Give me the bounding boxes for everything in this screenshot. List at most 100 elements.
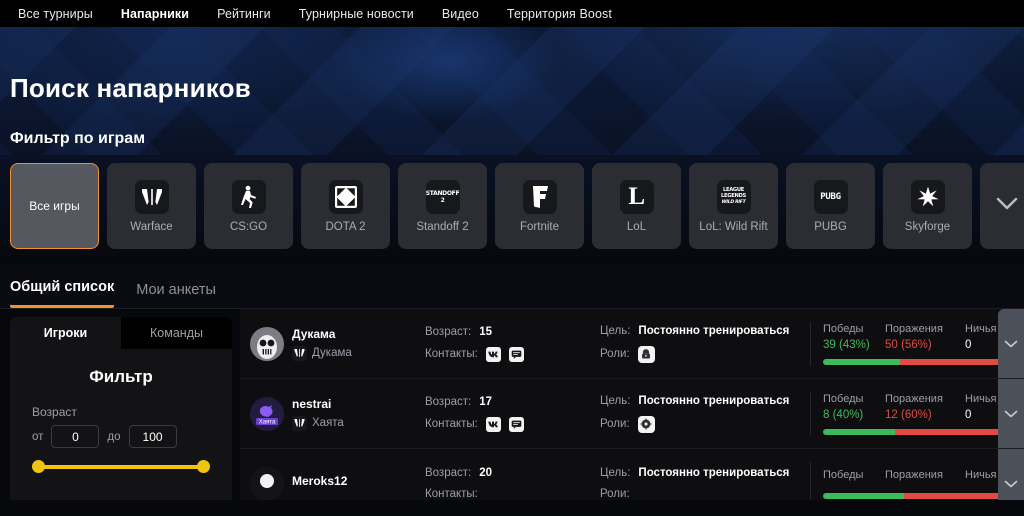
content-area: Игроки Команды Фильтр Возраст от 0 до 10… xyxy=(0,309,1024,500)
age-range-inputs: от 0 до 100 xyxy=(10,425,232,448)
player-goal-roles: Цель: Постоянно тренироваться Роли: xyxy=(600,325,810,363)
age-from-input[interactable]: 0 xyxy=(51,425,100,448)
player-identity: Meroks12 xyxy=(250,466,425,500)
games-filter-strip: Все игры Warface CS:GO DOTA 2 STANDOFF 2… xyxy=(0,155,1024,265)
game-card-label: LoL: Wild Rift xyxy=(699,220,768,233)
contacts-label: Контакты: xyxy=(425,348,478,360)
game-card-pubg[interactable]: PUBG PUBG xyxy=(786,163,875,249)
avatar xyxy=(250,326,284,361)
roles-label: Роли: xyxy=(600,348,630,360)
age-to-label: до xyxy=(107,430,121,443)
wins-label: Победы xyxy=(823,392,864,405)
avatar: Хаята xyxy=(250,396,284,431)
player-age-contacts: Возраст: 15 Контакты: xyxy=(425,326,600,362)
game-card-label: Skyforge xyxy=(904,220,951,233)
losses-label: Поражения xyxy=(885,322,943,335)
slider-track xyxy=(37,465,205,469)
page-title: Поиск напарников xyxy=(10,73,251,103)
sidebar-tab-players[interactable]: Игроки xyxy=(10,317,121,349)
game-card-skyforge[interactable]: Skyforge xyxy=(883,163,972,249)
game-card-lol-wild-rift[interactable]: LEAGUE LEGENDS WILD RIFT LoL: Wild Rift xyxy=(689,163,778,249)
game-card-label: Standoff 2 xyxy=(416,220,469,233)
age-range-slider[interactable] xyxy=(32,460,210,474)
filter-heading: Фильтр xyxy=(89,367,153,386)
games-filter-heading: Фильтр по играм xyxy=(10,130,146,147)
svg-text:Хаята: Хаята xyxy=(259,419,276,425)
row-expand-button[interactable] xyxy=(998,449,1024,500)
game-card-label: CS:GO xyxy=(229,220,268,233)
game-card-fortnite[interactable]: Fortnite xyxy=(495,163,584,249)
role-icon[interactable] xyxy=(637,415,655,433)
nav-item-video[interactable]: Видео xyxy=(442,7,479,21)
game-card-label: Все игры xyxy=(29,199,80,213)
losses-value: 12 (60%) xyxy=(885,408,932,421)
goal-label: Цель: xyxy=(600,324,631,337)
game-card-label: Warface xyxy=(130,220,173,233)
player-identity: Хаята nestrai Хаята xyxy=(250,396,425,431)
wins-value: 39 (43%) xyxy=(823,338,870,351)
winrate-bar xyxy=(823,358,1003,365)
wins-value: 8 (40%) xyxy=(823,408,864,421)
goal-value: Постоянно тренироваться xyxy=(638,394,790,407)
player-identity: Дукама Дукама xyxy=(250,326,425,361)
tab-general-list[interactable]: Общий список xyxy=(10,279,115,308)
vk-icon[interactable] xyxy=(485,416,501,432)
table-row[interactable]: Meroks12 Возраст: 20 Контакты: Цель: Пос… xyxy=(240,449,1024,500)
sidebar-tab-teams[interactable]: Команды xyxy=(121,317,232,349)
player-nickname[interactable]: Дукама xyxy=(292,327,352,341)
skyforge-icon xyxy=(910,179,945,214)
nav-item-ratings[interactable]: Рейтинги xyxy=(217,7,271,21)
game-card-standoff2[interactable]: STANDOFF 2 Standoff 2 xyxy=(398,163,487,249)
player-nickname[interactable]: Meroks12 xyxy=(292,474,347,488)
chevron-down-icon xyxy=(1004,475,1018,493)
game-card-dota2[interactable]: DOTA 2 xyxy=(301,163,390,249)
game-card-all-games[interactable]: Все игры xyxy=(10,163,99,249)
player-stats: Победы Поражения Ничья 39 (43%) 50 (56%)… xyxy=(823,323,1013,365)
warface-icon xyxy=(292,415,307,431)
losses-label: Поражения xyxy=(885,392,943,405)
age-value: 15 xyxy=(479,325,493,338)
role-icon[interactable] xyxy=(637,345,655,363)
player-age-contacts: Возраст: 20 Контакты: xyxy=(425,467,600,500)
game-card-csgo[interactable]: CS:GO xyxy=(204,163,293,249)
lol-icon: L xyxy=(619,179,654,214)
pubg-icon: PUBG xyxy=(813,179,848,214)
standoff2-icon: STANDOFF 2 xyxy=(425,179,460,214)
dota2-icon xyxy=(328,179,363,214)
slider-handle-max[interactable] xyxy=(197,460,210,473)
row-expand-button[interactable] xyxy=(998,379,1024,448)
player-nickname[interactable]: nestrai xyxy=(292,397,344,411)
filter-sidebar: Игроки Команды Фильтр Возраст от 0 до 10… xyxy=(0,309,240,500)
divider xyxy=(810,321,811,366)
table-row[interactable]: Хаята nestrai Хаята Возраст: 17 Контакты… xyxy=(240,379,1024,449)
game-card-lol[interactable]: L LoL xyxy=(592,163,681,249)
game-card-warface[interactable]: Warface xyxy=(107,163,196,249)
chat-icon[interactable] xyxy=(508,416,524,432)
divider xyxy=(810,461,811,500)
row-expand-button[interactable] xyxy=(998,309,1024,378)
nav-item-boost-territory[interactable]: Территория Boost xyxy=(507,7,612,21)
slider-handle-min[interactable] xyxy=(32,460,45,473)
nav-item-all-tournaments[interactable]: Все турниры xyxy=(18,7,93,21)
tab-my-profiles[interactable]: Мои анкеты xyxy=(136,282,216,308)
nav-item-partners[interactable]: Напарники xyxy=(121,7,189,21)
game-card-label: LoL xyxy=(626,220,647,233)
games-expand-button[interactable] xyxy=(980,163,1024,249)
player-game: Хаята xyxy=(292,415,344,431)
age-from-label: от xyxy=(32,430,44,443)
table-row[interactable]: Дукама Дукама Возраст: 15 Контакты: Цель… xyxy=(240,309,1024,379)
nav-item-tournament-news[interactable]: Турнирные новости xyxy=(299,7,414,21)
warface-icon xyxy=(292,345,307,361)
chat-icon[interactable] xyxy=(508,346,524,362)
losses-label: Поражения xyxy=(885,468,943,481)
wins-label: Победы xyxy=(823,468,864,481)
vk-icon[interactable] xyxy=(485,346,501,362)
age-label: Возраст: xyxy=(425,325,472,338)
age-value: 20 xyxy=(479,467,493,479)
warface-icon xyxy=(134,179,169,214)
goal-value: Постоянно тренироваться xyxy=(638,467,790,479)
age-to-input[interactable]: 100 xyxy=(128,425,177,448)
winrate-bar-losses xyxy=(904,492,1003,499)
losses-value: 50 (56%) xyxy=(885,338,932,351)
lol-wildrift-icon: LEAGUE LEGENDS WILD RIFT xyxy=(716,179,751,214)
